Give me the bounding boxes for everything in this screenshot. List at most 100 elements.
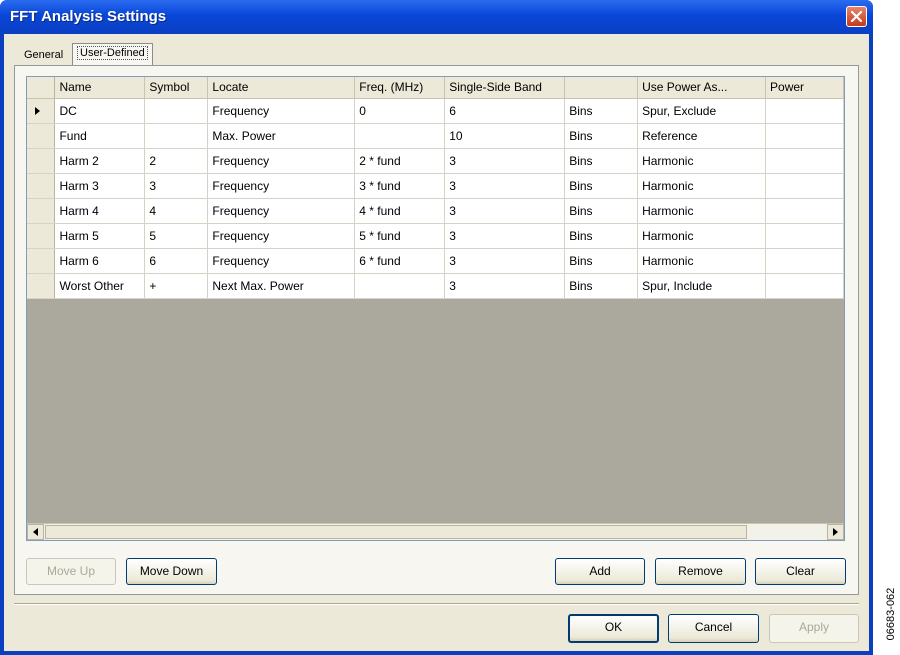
table-cell[interactable]: Bins: [564, 98, 639, 124]
table-cell[interactable]: Bins: [564, 223, 639, 249]
table-cell[interactable]: Fund: [54, 123, 146, 149]
table-cell[interactable]: DC: [54, 98, 146, 124]
close-button[interactable]: [846, 6, 867, 27]
column-header[interactable]: [564, 77, 639, 99]
column-header[interactable]: Power: [765, 77, 844, 99]
scroll-left-button[interactable]: [27, 524, 44, 540]
table-cell[interactable]: 2 * fund: [354, 148, 446, 174]
table-cell[interactable]: Bins: [564, 198, 639, 224]
table-cell[interactable]: Bins: [564, 273, 639, 299]
table-cell[interactable]: [144, 98, 209, 124]
table-row[interactable]: DC Frequency 0 6 Bins Spur, Exclude: [27, 98, 844, 124]
table-cell[interactable]: Harmonic: [637, 248, 767, 274]
table-cell[interactable]: +: [144, 273, 209, 299]
apply-button[interactable]: Apply: [769, 614, 859, 643]
column-header[interactable]: Symbol: [144, 77, 209, 99]
table-cell[interactable]: Reference: [637, 123, 767, 149]
table-cell[interactable]: Harm 3: [54, 173, 146, 199]
table-cell[interactable]: [765, 273, 844, 299]
table-cell[interactable]: [144, 123, 209, 149]
table-cell[interactable]: 10: [444, 123, 566, 149]
remove-button[interactable]: Remove: [655, 558, 746, 585]
cancel-button[interactable]: Cancel: [668, 614, 759, 643]
table-cell[interactable]: Bins: [564, 148, 639, 174]
column-header[interactable]: Single-Side Band: [444, 77, 566, 99]
table-cell[interactable]: 2: [144, 148, 209, 174]
table-cell[interactable]: [765, 223, 844, 249]
row-header[interactable]: [27, 248, 56, 274]
row-header[interactable]: [27, 173, 56, 199]
table-cell[interactable]: [765, 198, 844, 224]
table-row[interactable]: Worst Other + Next Max. Power 3 Bins Spur, In…: [27, 273, 844, 299]
column-header[interactable]: Freq. (MHz): [354, 77, 446, 99]
horizontal-scrollbar[interactable]: [27, 523, 844, 540]
table-row[interactable]: Fund Max. Power 10 Bins Reference: [27, 123, 844, 149]
table-cell[interactable]: 6: [444, 98, 566, 124]
clear-button[interactable]: Clear: [755, 558, 846, 585]
table-cell[interactable]: 3: [444, 248, 566, 274]
table-cell[interactable]: 3: [444, 273, 566, 299]
table-cell[interactable]: Spur, Include: [637, 273, 767, 299]
scroll-thumb[interactable]: [45, 525, 747, 539]
table-row[interactable]: Harm 2 2 Frequency 2 * fund 3 Bins Harmonic: [27, 148, 844, 174]
table-cell[interactable]: 3: [444, 198, 566, 224]
add-button[interactable]: Add: [555, 558, 645, 585]
ok-button[interactable]: OK: [568, 614, 659, 643]
move-up-button[interactable]: Move Up: [26, 558, 116, 585]
table-cell[interactable]: [765, 98, 844, 124]
table-cell[interactable]: Harmonic: [637, 148, 767, 174]
row-header[interactable]: [27, 123, 56, 149]
column-header[interactable]: Name: [54, 77, 146, 99]
table-cell[interactable]: [765, 123, 844, 149]
table-cell[interactable]: [765, 248, 844, 274]
table-cell[interactable]: Next Max. Power: [207, 273, 356, 299]
table-cell[interactable]: 3: [444, 148, 566, 174]
table-cell[interactable]: Bins: [564, 123, 639, 149]
table-cell[interactable]: Frequency: [207, 198, 356, 224]
tab-general[interactable]: General: [20, 47, 67, 64]
table-row[interactable]: Harm 5 5 Frequency 5 * fund 3 Bins Harmonic: [27, 223, 844, 249]
table-cell[interactable]: Bins: [564, 173, 639, 199]
table-cell[interactable]: Bins: [564, 248, 639, 274]
row-header[interactable]: [27, 273, 56, 299]
row-header[interactable]: [27, 98, 56, 124]
title-bar[interactable]: FFT Analysis Settings: [0, 0, 873, 34]
table-cell[interactable]: Worst Other: [54, 273, 146, 299]
table-cell[interactable]: Harmonic: [637, 198, 767, 224]
table-cell[interactable]: Frequency: [207, 98, 356, 124]
table-cell[interactable]: [354, 123, 446, 149]
table-cell[interactable]: Harm 5: [54, 223, 146, 249]
row-header[interactable]: [27, 223, 56, 249]
table-cell[interactable]: [354, 273, 446, 299]
table-cell[interactable]: [765, 148, 844, 174]
table-cell[interactable]: Harm 4: [54, 198, 146, 224]
row-header[interactable]: [27, 148, 56, 174]
table-cell[interactable]: Frequency: [207, 223, 356, 249]
table-cell[interactable]: Spur, Exclude: [637, 98, 767, 124]
table-row[interactable]: Harm 3 3 Frequency 3 * fund 3 Bins Harmonic: [27, 173, 844, 199]
table-cell[interactable]: 5 * fund: [354, 223, 446, 249]
table-cell[interactable]: 4: [144, 198, 209, 224]
table-cell[interactable]: Frequency: [207, 148, 356, 174]
table-cell[interactable]: Harmonic: [637, 223, 767, 249]
move-down-button[interactable]: Move Down: [126, 558, 217, 585]
row-header[interactable]: [27, 198, 56, 224]
table-cell[interactable]: 6: [144, 248, 209, 274]
table-cell[interactable]: 3: [144, 173, 209, 199]
table-cell[interactable]: 0: [354, 98, 446, 124]
table-cell[interactable]: Harmonic: [637, 173, 767, 199]
table-cell[interactable]: 3: [444, 223, 566, 249]
table-cell[interactable]: Max. Power: [207, 123, 356, 149]
scroll-right-button[interactable]: [827, 524, 844, 540]
tab-user-defined[interactable]: User-Defined: [72, 43, 153, 65]
table-row[interactable]: Harm 6 6 Frequency 6 * fund 3 Bins Harmonic: [27, 248, 844, 274]
table-cell[interactable]: 6 * fund: [354, 248, 446, 274]
table-cell[interactable]: 3: [444, 173, 566, 199]
table-cell[interactable]: Harm 6: [54, 248, 146, 274]
table-cell[interactable]: 4 * fund: [354, 198, 446, 224]
column-header[interactable]: Locate: [207, 77, 356, 99]
table-cell[interactable]: 3 * fund: [354, 173, 446, 199]
table-cell[interactable]: Frequency: [207, 173, 356, 199]
column-header[interactable]: Use Power As...: [637, 77, 767, 99]
table-cell[interactable]: Frequency: [207, 248, 356, 274]
